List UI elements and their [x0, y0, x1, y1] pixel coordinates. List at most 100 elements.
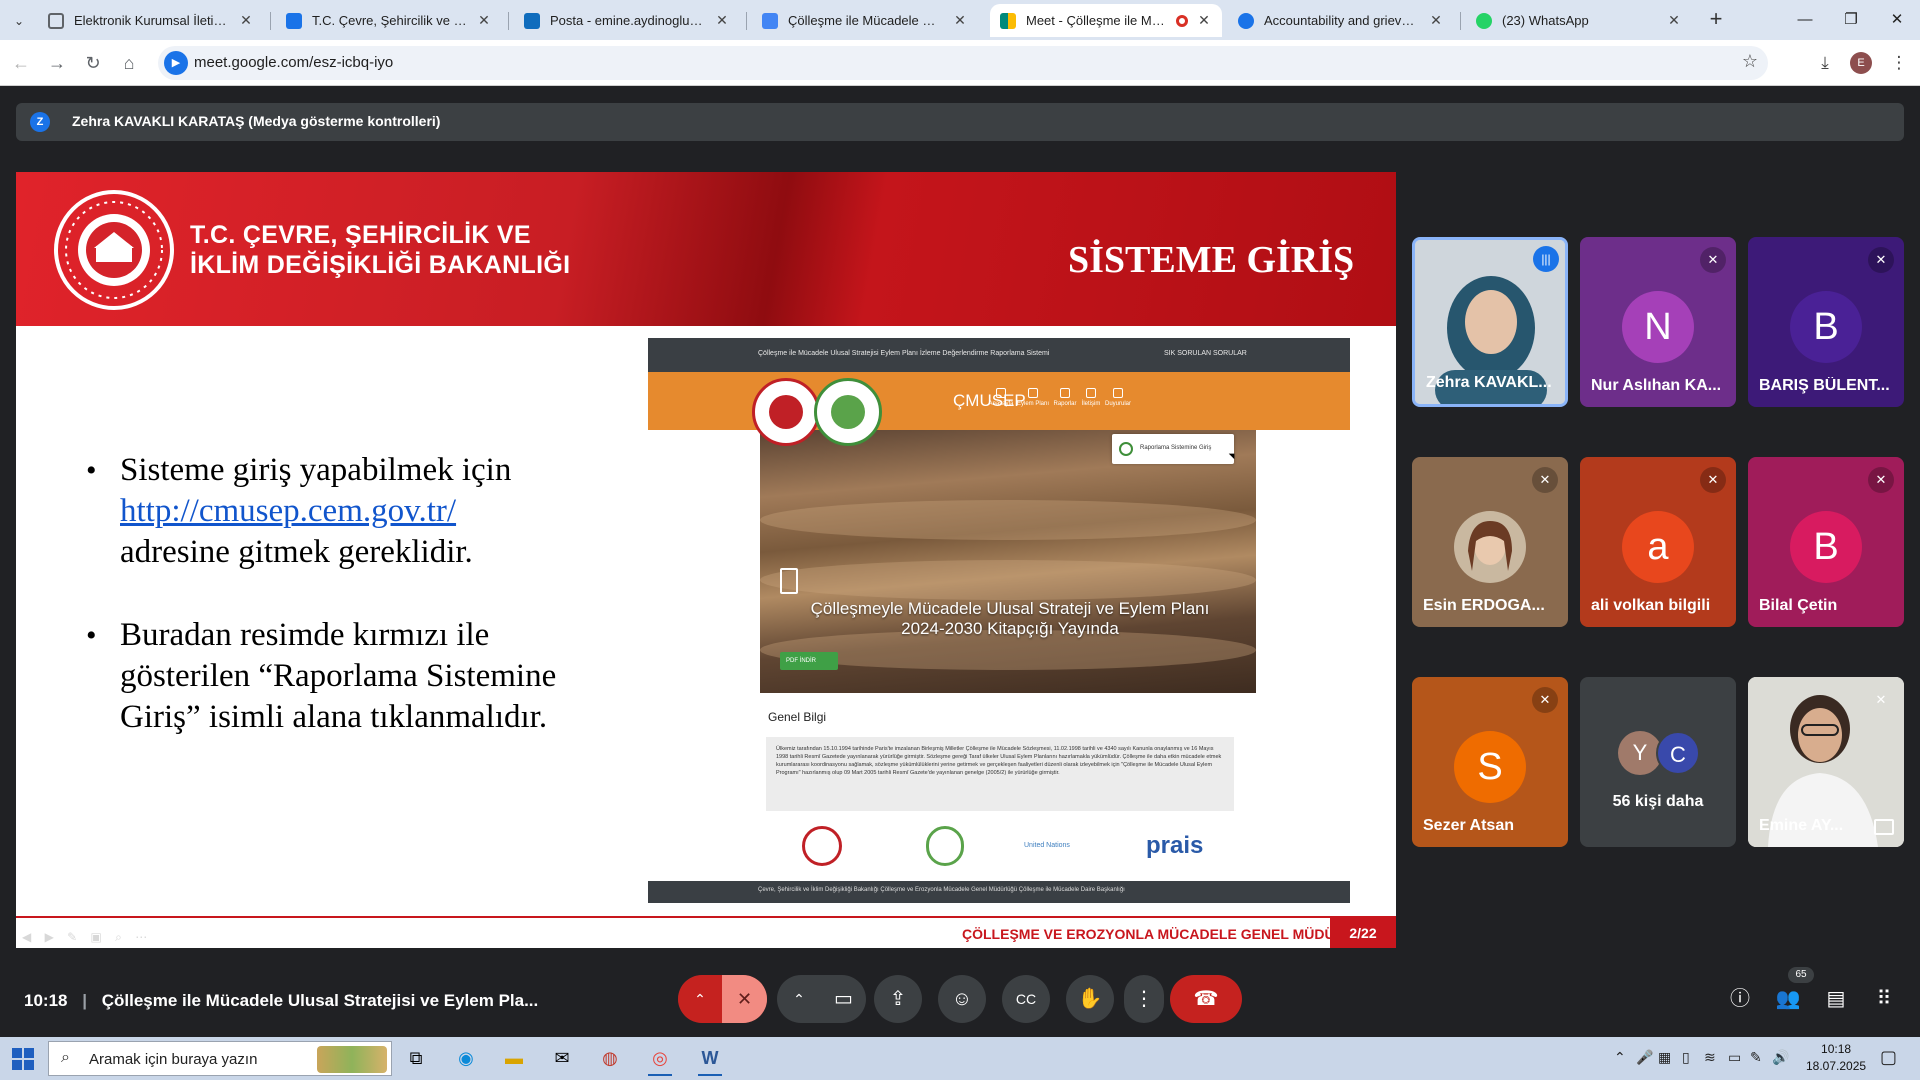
calendar-icon	[762, 12, 778, 29]
ministry-logo-small	[802, 826, 842, 866]
display-icon[interactable]: ▭	[1728, 1049, 1741, 1066]
participant-tile[interactable]: N ✕ Nur Aslıhan KA...	[1580, 237, 1736, 407]
reload-button[interactable]: ↻	[80, 50, 106, 76]
browser-tab[interactable]: Elektronik Kurumsal İletişim Pla ✕	[38, 4, 264, 37]
browser-tab-active[interactable]: Meet - Çölleşme ile Mücad ✕	[990, 4, 1222, 37]
close-icon[interactable]: ✕	[952, 12, 968, 29]
browser-tab[interactable]: Accountability and grievance m ✕	[1228, 4, 1454, 37]
close-icon[interactable]: ✕	[1666, 12, 1682, 29]
more-participants-tile[interactable]: Y C 56 kişi daha	[1580, 677, 1736, 847]
avatar: B	[1790, 511, 1862, 583]
report-icon	[1060, 388, 1070, 398]
file-explorer-icon[interactable]: ▬	[494, 1041, 534, 1076]
notifications-icon[interactable]: ▢	[1880, 1047, 1897, 1068]
browser-tab[interactable]: (23) WhatsApp ✕	[1466, 4, 1692, 37]
restore-button[interactable]: ❐	[1828, 6, 1874, 34]
whatsapp-icon	[1476, 12, 1492, 29]
participant-tile[interactable]: ✕ Emine AY...	[1748, 677, 1904, 847]
chat-icon[interactable]: ▤	[1820, 983, 1852, 1015]
mic-off-icon: ✕	[1700, 247, 1726, 273]
volume-icon[interactable]: 🔊	[1772, 1049, 1789, 1066]
back-button[interactable]: ←	[8, 50, 34, 76]
word-icon[interactable]: W	[690, 1041, 730, 1076]
chevron-up-icon[interactable]: ⌃	[678, 975, 722, 1023]
battery-icon[interactable]: ▯	[1682, 1049, 1690, 1066]
tab-search-icon[interactable]: ⌄	[8, 10, 30, 32]
slide-footer: ÇÖLLEŞME VE EROZYONLA MÜCADELE GENEL MÜD…	[962, 926, 1385, 942]
captions-icon: CC	[1015, 991, 1037, 1007]
raise-hand-button[interactable]: ✋	[1066, 975, 1114, 1023]
download-icon[interactable]: ⤓	[1812, 50, 1838, 76]
present-screen-button[interactable]: ⇪	[874, 975, 922, 1023]
chevron-up-icon[interactable]: ⌃	[777, 975, 821, 1023]
site-info-icon[interactable]: ▶	[164, 51, 188, 75]
participant-tile[interactable]: B ✕ Bilal Çetin	[1748, 457, 1904, 627]
presenter-bar: Z Zehra KAVAKLI KARATAŞ (Medya gösterme …	[16, 103, 1904, 141]
wifi-icon[interactable]: ≋	[1704, 1049, 1716, 1066]
video-camera-icon[interactable]: ▭	[821, 975, 866, 1023]
close-icon[interactable]: ✕	[1428, 12, 1444, 29]
captions-button[interactable]: CC	[1002, 975, 1050, 1023]
site-icon	[286, 12, 302, 29]
participant-tile[interactable]: S ✕ Sezer Atsan	[1412, 677, 1568, 847]
participant-tile[interactable]: B ✕ BARIŞ BÜLENT...	[1748, 237, 1904, 407]
window-close-button[interactable]: ✕	[1874, 6, 1920, 34]
meeting-info: 10:18 | Çölleşme ile Mücadele Ulusal Str…	[24, 991, 539, 1010]
address-bar[interactable]: ▶ meet.google.com/esz-icbq-iyo ☆	[158, 46, 1768, 80]
chevron-up-icon[interactable]: ⌃	[1614, 1049, 1626, 1066]
new-tab-button[interactable]: +	[1704, 8, 1728, 32]
bookmark-star-icon[interactable]: ☆	[1742, 51, 1758, 72]
forward-button[interactable]: →	[44, 50, 70, 76]
url-text: meet.google.com/esz-icbq-iyo	[194, 54, 394, 71]
ministry-seal-small	[752, 378, 820, 446]
activities-icon[interactable]: ⠿	[1868, 983, 1900, 1015]
mic-off-icon: ✕	[1532, 467, 1558, 493]
taskbar-search[interactable]: ⌕ Aramak için buraya yazın	[48, 1041, 392, 1076]
mic-off-icon: ✕	[1875, 692, 1887, 707]
chrome-icon[interactable]: ◎	[640, 1041, 680, 1076]
reactions-button[interactable]: ☺	[938, 975, 986, 1023]
prais-logo: prais	[1146, 832, 1204, 859]
speaking-indicator-icon: |||	[1533, 246, 1559, 272]
avatar-photo	[1454, 511, 1526, 583]
pen-icon[interactable]: ✎	[1750, 1049, 1762, 1066]
browser-tab[interactable]: Çölleşme ile Mücadele Ulusal S ✕	[752, 4, 978, 37]
slide-page-number: 2/22	[1330, 918, 1396, 948]
participant-tile[interactable]: a ✕ ali volkan bilgili	[1580, 457, 1736, 627]
contact-icon	[1086, 388, 1096, 398]
hang-up-icon: ☎	[1193, 988, 1219, 1010]
people-icon[interactable]: 👥	[1772, 983, 1804, 1015]
windows-start-icon[interactable]	[12, 1048, 34, 1070]
browser-tab[interactable]: Posta - emine.aydinoglu@csb.g ✕	[514, 4, 740, 37]
system-clock[interactable]: 10:18 18.07.2025	[1806, 1041, 1866, 1075]
close-icon[interactable]: ✕	[238, 12, 254, 29]
app-icon[interactable]: ◍	[590, 1041, 630, 1076]
edge-icon[interactable]: ◉	[446, 1041, 486, 1076]
network-icon[interactable]: ▦	[1658, 1049, 1671, 1066]
mic-off-icon[interactable]: ✕	[722, 975, 767, 1023]
participant-tile[interactable]: ✕ Esin ERDOGA...	[1412, 457, 1568, 627]
slide-nav-controls[interactable]: ◀ ▶ ✎ ▣ ⌕ ⋯	[22, 930, 152, 945]
close-icon[interactable]: ✕	[1196, 12, 1212, 29]
more-menu-icon[interactable]: ⋮	[1886, 50, 1912, 76]
minimize-button[interactable]: —	[1782, 6, 1828, 34]
mail-icon[interactable]: ✉	[542, 1041, 582, 1076]
close-icon[interactable]: ✕	[714, 12, 730, 29]
profile-avatar[interactable]: E	[1850, 52, 1872, 74]
hand-icon: ✋	[1077, 988, 1103, 1010]
leave-call-button[interactable]: ☎	[1170, 975, 1242, 1023]
microphone-control[interactable]: ⌃ ✕	[678, 975, 767, 1023]
slide-title: SİSTEME GİRİŞ	[1068, 239, 1355, 281]
participant-tile[interactable]: ||| Zehra KAVAKL...	[1412, 237, 1568, 407]
home-button[interactable]: ⌂	[116, 50, 142, 76]
document-icon	[48, 12, 64, 29]
meeting-details-icon[interactable]: ⓘ	[1724, 983, 1756, 1015]
cmusep-link[interactable]: http://cmusep.cem.gov.tr/	[120, 493, 456, 529]
presenter-label: Zehra KAVAKLI KARATAŞ (Medya gösterme ko…	[72, 113, 441, 129]
more-options-button[interactable]: ⋮	[1124, 975, 1164, 1023]
task-view-icon[interactable]: ⧉	[396, 1041, 436, 1076]
close-icon[interactable]: ✕	[476, 12, 492, 29]
camera-control[interactable]: ⌃ ▭	[777, 975, 866, 1023]
browser-tab[interactable]: T.C. Çevre, Şehircilik ve İklim De ✕	[276, 4, 502, 37]
microphone-icon[interactable]: 🎤	[1636, 1049, 1653, 1066]
